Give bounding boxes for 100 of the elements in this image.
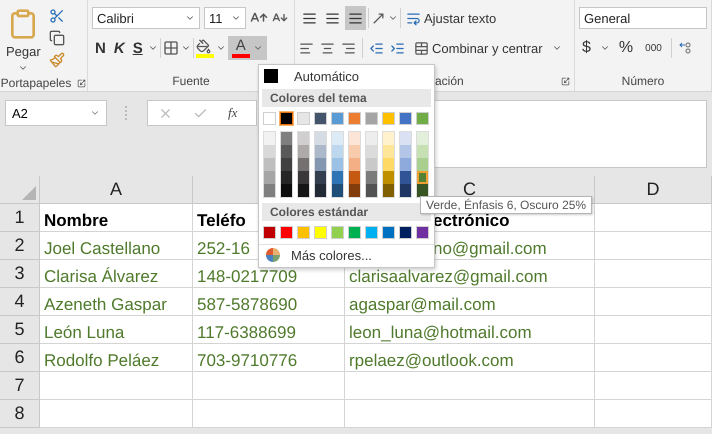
- color-swatch[interactable]: [349, 158, 360, 171]
- color-swatch[interactable]: [264, 171, 275, 184]
- color-swatch[interactable]: [332, 184, 343, 197]
- paste-button[interactable]: Pegar: [4, 6, 43, 75]
- color-swatch[interactable]: [298, 145, 309, 158]
- color-swatch[interactable]: [281, 132, 292, 145]
- color-swatch[interactable]: [315, 132, 326, 145]
- color-swatch[interactable]: [400, 158, 411, 171]
- color-swatch[interactable]: [315, 158, 326, 171]
- underline-button[interactable]: S: [130, 36, 146, 60]
- row-header[interactable]: 2: [0, 232, 40, 260]
- number-format-field[interactable]: General: [579, 7, 707, 29]
- row-header[interactable]: 3: [0, 260, 40, 288]
- color-swatch[interactable]: [400, 184, 411, 197]
- color-swatch[interactable]: [400, 171, 411, 184]
- color-swatch[interactable]: [331, 226, 344, 239]
- color-swatch[interactable]: [348, 112, 361, 125]
- currency-button[interactable]: $: [579, 36, 594, 60]
- thousands-button[interactable]: 000: [642, 36, 665, 60]
- color-swatch[interactable]: [416, 226, 429, 239]
- color-swatch[interactable]: [297, 226, 310, 239]
- column-header[interactable]: D: [595, 176, 712, 204]
- borders-icon[interactable]: [162, 40, 179, 56]
- color-swatch[interactable]: [264, 184, 275, 197]
- color-swatch[interactable]: [281, 158, 292, 171]
- color-swatch[interactable]: [280, 226, 293, 239]
- align-left-icon[interactable]: [299, 40, 314, 56]
- align-right-icon[interactable]: [341, 40, 356, 56]
- row-header[interactable]: 5: [0, 316, 40, 344]
- color-swatch[interactable]: [263, 112, 276, 125]
- launcher-icon[interactable]: [561, 76, 570, 86]
- color-swatch[interactable]: [349, 145, 360, 158]
- color-swatch[interactable]: [365, 112, 378, 125]
- color-swatch[interactable]: [383, 171, 394, 184]
- color-swatch[interactable]: [264, 132, 275, 145]
- color-swatch[interactable]: [298, 184, 309, 197]
- color-swatch[interactable]: [315, 171, 326, 184]
- color-swatch[interactable]: [281, 145, 292, 158]
- color-swatch[interactable]: [263, 226, 276, 239]
- color-swatch[interactable]: [314, 226, 327, 239]
- bold-button[interactable]: N: [92, 36, 109, 60]
- row-header[interactable]: 8: [0, 400, 40, 428]
- select-all-button[interactable]: [0, 176, 40, 204]
- launcher-icon[interactable]: [77, 78, 86, 88]
- color-swatch[interactable]: [365, 226, 378, 239]
- row-header[interactable]: 1: [0, 204, 40, 232]
- color-swatch[interactable]: [315, 184, 326, 197]
- align-center-icon[interactable]: [320, 40, 335, 56]
- color-swatch[interactable]: [348, 226, 361, 239]
- font-color-button[interactable]: A: [228, 36, 267, 60]
- color-swatch[interactable]: [349, 184, 360, 197]
- color-swatch[interactable]: [366, 158, 377, 171]
- color-swatch[interactable]: [332, 145, 343, 158]
- color-swatch[interactable]: [331, 112, 344, 125]
- color-swatch[interactable]: [298, 158, 309, 171]
- merge-button[interactable]: Combinar y centrar: [411, 36, 546, 60]
- italic-button[interactable]: K: [110, 36, 128, 60]
- font-size-field[interactable]: 11: [204, 7, 246, 29]
- name-box[interactable]: A2: [5, 100, 107, 126]
- color-swatch[interactable]: [399, 112, 412, 125]
- color-swatch[interactable]: [349, 132, 360, 145]
- scissors-icon[interactable]: [48, 8, 65, 24]
- color-swatch[interactable]: [332, 132, 343, 145]
- copy-icon[interactable]: [48, 30, 65, 46]
- color-swatch[interactable]: [417, 132, 428, 145]
- color-swatch[interactable]: [314, 112, 327, 125]
- font-name-field[interactable]: Calibri: [92, 7, 200, 29]
- color-swatch[interactable]: [400, 132, 411, 145]
- color-swatch[interactable]: [281, 184, 292, 197]
- color-swatch[interactable]: [366, 132, 377, 145]
- color-swatch[interactable]: [366, 184, 377, 197]
- orientation-icon[interactable]: [371, 10, 386, 26]
- color-swatch[interactable]: [332, 171, 343, 184]
- color-swatch[interactable]: [416, 112, 429, 125]
- row-header[interactable]: 6: [0, 344, 40, 372]
- color-swatch[interactable]: [382, 226, 395, 239]
- color-swatch[interactable]: [417, 145, 428, 158]
- percent-button[interactable]: %: [616, 36, 636, 60]
- color-swatch[interactable]: [400, 145, 411, 158]
- color-swatch[interactable]: [315, 145, 326, 158]
- row-header[interactable]: 4: [0, 288, 40, 316]
- color-swatch[interactable]: [366, 145, 377, 158]
- color-swatch[interactable]: [417, 171, 428, 184]
- color-swatch[interactable]: [383, 132, 394, 145]
- color-swatch[interactable]: [264, 158, 275, 171]
- color-swatch[interactable]: [332, 158, 343, 171]
- color-swatch[interactable]: [383, 184, 394, 197]
- color-swatch[interactable]: [383, 145, 394, 158]
- align-icon[interactable]: [345, 6, 366, 30]
- color-swatch[interactable]: [264, 145, 275, 158]
- color-swatch[interactable]: [382, 112, 395, 125]
- column-header[interactable]: A: [40, 176, 193, 204]
- more-colors-link[interactable]: Más colores...: [291, 248, 372, 262]
- row-header[interactable]: 7: [0, 372, 40, 400]
- color-swatch[interactable]: [297, 112, 310, 125]
- color-swatch[interactable]: [298, 171, 309, 184]
- fill-color-icon[interactable]: [196, 38, 214, 58]
- insert-function-button[interactable]: fx: [228, 105, 238, 121]
- color-swatch[interactable]: [298, 132, 309, 145]
- paintbrush-icon[interactable]: [48, 52, 65, 68]
